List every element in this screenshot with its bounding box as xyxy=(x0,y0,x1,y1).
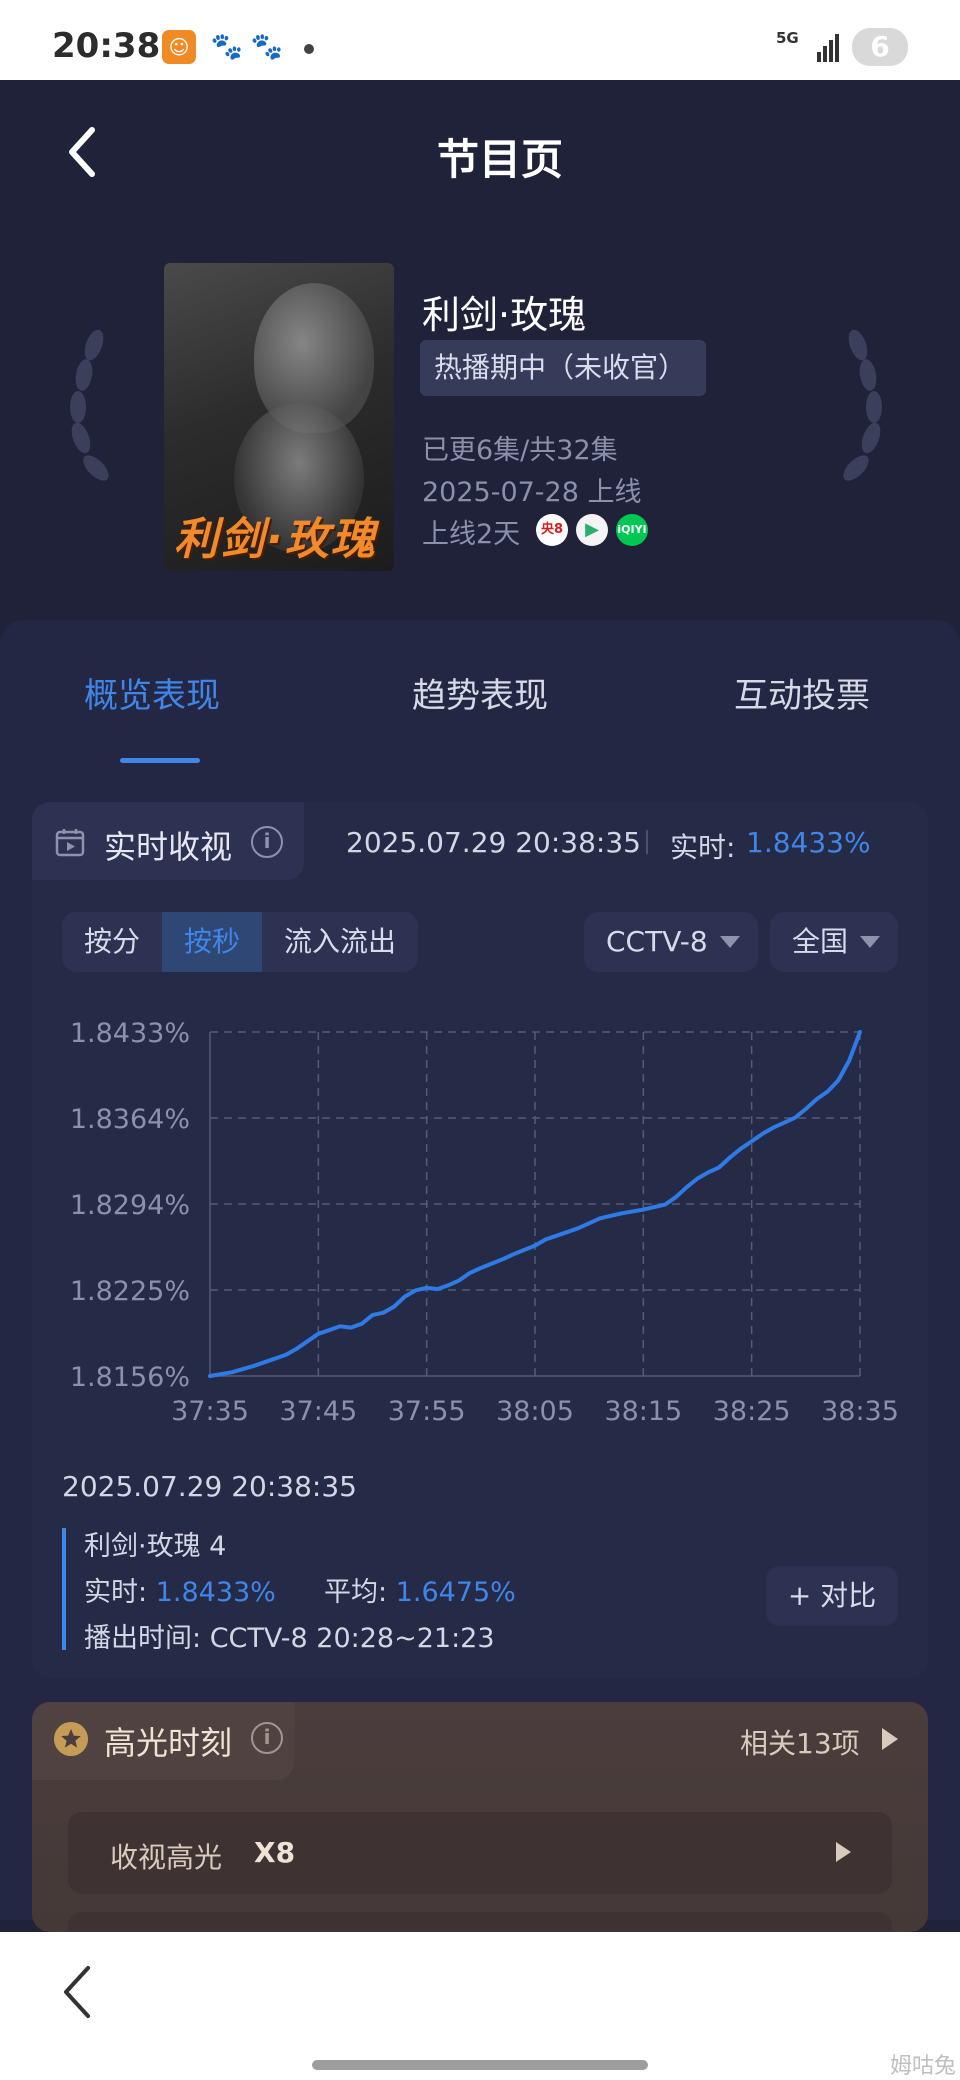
detail-avg-value: 1.6475% xyxy=(395,1577,516,1608)
tab-vote[interactable]: 互动投票 xyxy=(734,668,870,717)
x-tick-label: 37:45 xyxy=(279,1396,357,1427)
premiere-date: 2025-07-28 上线 xyxy=(422,477,642,508)
detail-broadcast-row: 播出时间: CCTV-8 20:28~21:23 xyxy=(84,1616,495,1655)
baidu-paw-icon-2: 🐾 xyxy=(250,30,284,64)
detail-now-row: 实时: 1.8433% xyxy=(84,1570,276,1609)
detail-now-label: 实时: xyxy=(84,1577,148,1608)
highlight-row-label: 收视高光 xyxy=(110,1841,223,1874)
chevron-down-icon-2 xyxy=(860,936,880,948)
detail-series-bar xyxy=(62,1528,66,1650)
highlights-count-link[interactable]: 相关13项 xyxy=(740,1722,860,1762)
laurel-right-icon xyxy=(843,330,882,481)
x-tick-label: 38:35 xyxy=(821,1396,899,1427)
program-name: 利剑·玫瑰 xyxy=(422,293,587,337)
detail-avg-row: 平均: 1.6475% xyxy=(324,1570,516,1609)
detail-broadcast-label: 播出时间: xyxy=(84,1623,202,1654)
x-tick-label: 38:15 xyxy=(604,1396,682,1427)
active-tab-indicator xyxy=(120,758,200,763)
cctv8-platform-icon[interactable]: 央8 xyxy=(536,514,568,546)
x-tick-label: 37:35 xyxy=(171,1396,249,1427)
x-tick-label: 38:25 xyxy=(713,1396,791,1427)
chevron-down-icon xyxy=(720,936,740,948)
x-tick-label: 38:05 xyxy=(496,1396,574,1427)
mode-by-second[interactable]: 按秒 xyxy=(162,912,262,972)
baidu-paw-icon: 🐾 xyxy=(210,30,244,64)
watermark: 姆咕兔 xyxy=(890,2054,957,2079)
divider xyxy=(646,830,648,854)
poster-title: 利剑·玫瑰 xyxy=(174,514,377,565)
network-5g-label: 5G xyxy=(776,29,799,47)
battery-icon: 6 xyxy=(852,28,908,66)
program-poster[interactable]: 利剑·玫瑰 xyxy=(164,263,394,571)
highlights-label: 高光时刻 xyxy=(104,1724,233,1762)
compare-button[interactable]: + 对比 xyxy=(766,1566,898,1626)
y-tick-label: 1.8433% xyxy=(70,1018,190,1049)
highlights-info-icon[interactable]: i xyxy=(251,1722,283,1754)
navigation-bar xyxy=(0,1932,960,2080)
star-badge-icon xyxy=(54,1722,88,1756)
play-arrow-icon[interactable] xyxy=(882,1728,898,1750)
highlight-row-value: X8 xyxy=(254,1836,296,1869)
highlight-row-2[interactable] xyxy=(68,1912,892,1932)
x-tick-label: 37:55 xyxy=(388,1396,466,1427)
realtime-rating-label: 实时收视 xyxy=(104,828,233,866)
video-platform-icon[interactable]: ▶ xyxy=(576,514,608,546)
detail-timestamp: 2025.07.29 20:38:35 xyxy=(62,1470,357,1503)
realtime-now-value: 1.8433% xyxy=(746,826,871,859)
mode-by-minute[interactable]: 按分 xyxy=(62,912,162,972)
laurel-left-icon xyxy=(70,330,109,481)
y-tick-label: 1.8156% xyxy=(70,1362,190,1393)
battery-level: 6 xyxy=(870,30,890,63)
detail-avg-label: 平均: xyxy=(324,1577,388,1608)
days-online: 上线2天 xyxy=(422,519,521,550)
app-notification-icon: ☺ xyxy=(162,30,196,64)
realtime-timestamp: 2025.07.29 20:38:35 xyxy=(346,826,641,859)
detail-broadcast-value: CCTV-8 20:28~21:23 xyxy=(209,1623,495,1654)
realtime-now-label: 实时: xyxy=(670,831,736,864)
y-tick-label: 1.8294% xyxy=(70,1190,190,1221)
status-time: 20:38 xyxy=(52,26,161,66)
realtime-info-icon[interactable]: i xyxy=(251,826,283,858)
signal-icon xyxy=(817,34,839,62)
highlight-row-arrow-icon xyxy=(836,1842,851,1862)
y-tick-label: 1.8364% xyxy=(70,1104,190,1135)
tab-overview[interactable]: 概览表现 xyxy=(84,668,220,717)
detail-now-value: 1.8433% xyxy=(155,1577,276,1608)
mode-inflow-outflow[interactable]: 流入流出 xyxy=(262,912,418,972)
more-notifications-dot xyxy=(304,44,314,54)
realtime-rating-chart[interactable]: 1.8433% 1.8364% 1.8294% 1.8225% 1.8156%37:35… xyxy=(40,1000,920,1440)
episode-count: 已更6集/共32集 xyxy=(422,435,618,466)
home-indicator[interactable] xyxy=(312,2060,648,2070)
airing-status-badge: 热播期中（未收官） xyxy=(420,340,706,396)
tab-trend[interactable]: 趋势表现 xyxy=(412,668,548,717)
y-tick-label: 1.8225% xyxy=(70,1276,190,1307)
status-bar: 20:38 ☺ 🐾 🐾 5G 6 xyxy=(0,0,960,80)
system-back-button[interactable] xyxy=(60,1964,96,2020)
page-title: 节目页 xyxy=(436,135,563,184)
detail-episode: 利剑·玫瑰 4 xyxy=(84,1531,227,1562)
iqiyi-platform-icon[interactable]: iQIYI xyxy=(616,514,648,546)
calendar-icon xyxy=(55,829,85,857)
